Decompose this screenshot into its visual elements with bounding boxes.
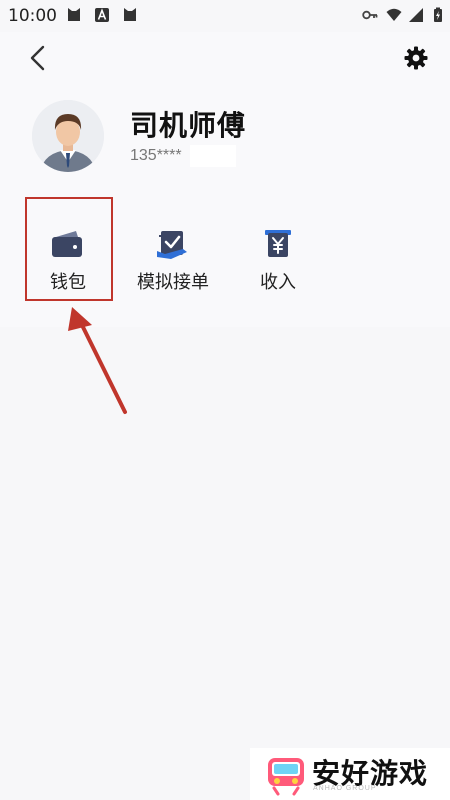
avatar[interactable] bbox=[32, 100, 104, 172]
highlight-box bbox=[25, 197, 113, 301]
wifi-icon bbox=[386, 8, 402, 21]
menu-item-label: 收入 bbox=[260, 272, 296, 293]
chevron-left-icon bbox=[30, 45, 45, 71]
cat-app-icon bbox=[124, 8, 136, 21]
key-icon bbox=[362, 10, 378, 20]
user-avatar-icon bbox=[32, 100, 104, 172]
a-app-icon bbox=[95, 8, 109, 22]
menu-item-income[interactable]: 收入 bbox=[248, 206, 308, 296]
gear-icon bbox=[404, 46, 428, 70]
menu-item-label: 模拟接单 bbox=[137, 272, 209, 293]
red-arrow-icon bbox=[68, 307, 127, 414]
settings-button[interactable] bbox=[400, 42, 432, 74]
signal-icon bbox=[409, 8, 423, 22]
game-controller-logo-icon bbox=[268, 758, 304, 796]
battery-charging-icon bbox=[434, 7, 442, 22]
menu-item-simulate-order[interactable]: 模拟接单 bbox=[128, 206, 218, 296]
back-button[interactable] bbox=[22, 42, 54, 74]
user-phone: 135**** bbox=[130, 147, 182, 164]
phone-redaction bbox=[190, 145, 236, 167]
income-yen-icon bbox=[265, 230, 291, 257]
order-check-icon bbox=[157, 231, 187, 259]
watermark-subtext: ANHAO GROUP bbox=[313, 785, 377, 792]
status-time: 10:00 bbox=[8, 6, 57, 26]
cat-app-icon bbox=[68, 8, 80, 21]
user-name: 司机师傅 bbox=[130, 109, 247, 142]
status-bar: 10:00 bbox=[0, 0, 450, 32]
